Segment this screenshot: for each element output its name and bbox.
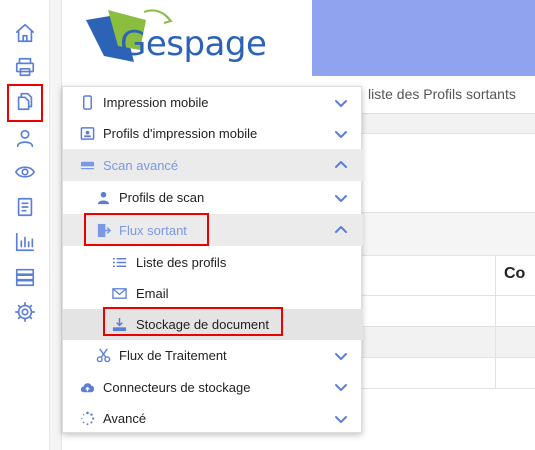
scanner-icon <box>79 157 95 173</box>
chevron-down-icon[interactable] <box>333 379 349 395</box>
sidebar-rail <box>0 0 50 450</box>
chevron-down-icon[interactable] <box>333 411 349 427</box>
table-cell <box>495 327 535 357</box>
breadcrumb-text: liste des Profils sortants <box>368 86 516 102</box>
menu-item-scan-avance[interactable]: Scan avancé <box>63 149 363 181</box>
chevron-down-icon[interactable] <box>333 190 349 206</box>
logo-area: Gespage <box>62 0 312 76</box>
server-icon[interactable] <box>10 262 40 292</box>
user-icon[interactable] <box>10 123 40 153</box>
gear-icon[interactable] <box>10 297 40 327</box>
menu-item-label: Flux sortant <box>119 223 187 238</box>
table-row[interactable] <box>360 296 535 327</box>
home-icon[interactable] <box>10 18 40 48</box>
menu-item-label: Scan avancé <box>103 158 179 173</box>
menu-item-label: Liste des profils <box>136 255 227 270</box>
menu-item-label: Avancé <box>103 411 147 426</box>
menu-item-flux-de-traitement[interactable]: Flux de Traitement <box>63 340 363 371</box>
envelope-icon <box>111 285 127 301</box>
menu-item-label: Email <box>136 286 169 301</box>
download-tray-icon <box>111 316 127 332</box>
data-table: Co <box>360 256 535 389</box>
header-banner <box>312 0 535 76</box>
menu-item-profils-impression-mobile[interactable]: Profils d'impression mobile <box>63 118 363 149</box>
user-icon <box>95 189 111 205</box>
table-header-cell[interactable]: Co <box>495 256 535 295</box>
bar-chart-icon[interactable] <box>10 227 40 257</box>
menu-item-connecteurs-de-stockage[interactable]: Connecteurs de stockage <box>63 371 363 403</box>
menu-item-profils-de-scan[interactable]: Profils de scan <box>63 182 363 213</box>
chevron-up-icon[interactable] <box>333 157 349 173</box>
mobile-icon <box>79 94 95 110</box>
spinner-icon <box>79 410 95 426</box>
menu-item-liste-des-profils[interactable]: Liste des profils <box>63 247 363 278</box>
chevron-down-icon[interactable] <box>333 95 349 111</box>
menu-item-avance[interactable]: Avancé <box>63 403 363 434</box>
logo-text: Gespage <box>120 24 267 64</box>
table-row[interactable] <box>360 358 535 389</box>
profile-card-icon <box>79 125 95 141</box>
menu-item-email[interactable]: Email <box>63 278 363 309</box>
eye-icon[interactable] <box>10 157 40 187</box>
scissors-icon <box>95 347 111 363</box>
menu-item-stockage-de-document[interactable]: Stockage de document <box>63 309 363 340</box>
table-header-row: Co <box>360 256 535 296</box>
table-row[interactable] <box>360 327 535 358</box>
gutter <box>50 0 62 450</box>
menu-item-label: Flux de Traitement <box>119 348 227 363</box>
exit-door-icon <box>95 222 111 238</box>
documents-icon[interactable] <box>10 86 40 116</box>
menu-item-label: Profils d'impression mobile <box>103 126 258 141</box>
chevron-down-icon[interactable] <box>333 126 349 142</box>
book-icon[interactable] <box>10 192 40 222</box>
menu-item-label: Profils de scan <box>119 190 205 205</box>
printer-icon[interactable] <box>10 52 40 82</box>
table-cell <box>495 296 535 326</box>
menu-item-label: Stockage de document <box>136 317 269 332</box>
table-cell <box>495 358 535 388</box>
menu-item-flux-sortant[interactable]: Flux sortant <box>63 214 363 246</box>
navigation-menu: Impression mobile Profils d'impression m… <box>62 86 363 434</box>
menu-item-label: Connecteurs de stockage <box>103 380 251 395</box>
menu-item-label: Impression mobile <box>103 95 209 110</box>
list-icon <box>111 254 127 270</box>
chevron-down-icon[interactable] <box>333 348 349 364</box>
menu-item-impression-mobile[interactable]: Impression mobile <box>63 87 363 118</box>
cloud-upload-icon <box>79 379 95 395</box>
chevron-up-icon[interactable] <box>333 222 349 238</box>
